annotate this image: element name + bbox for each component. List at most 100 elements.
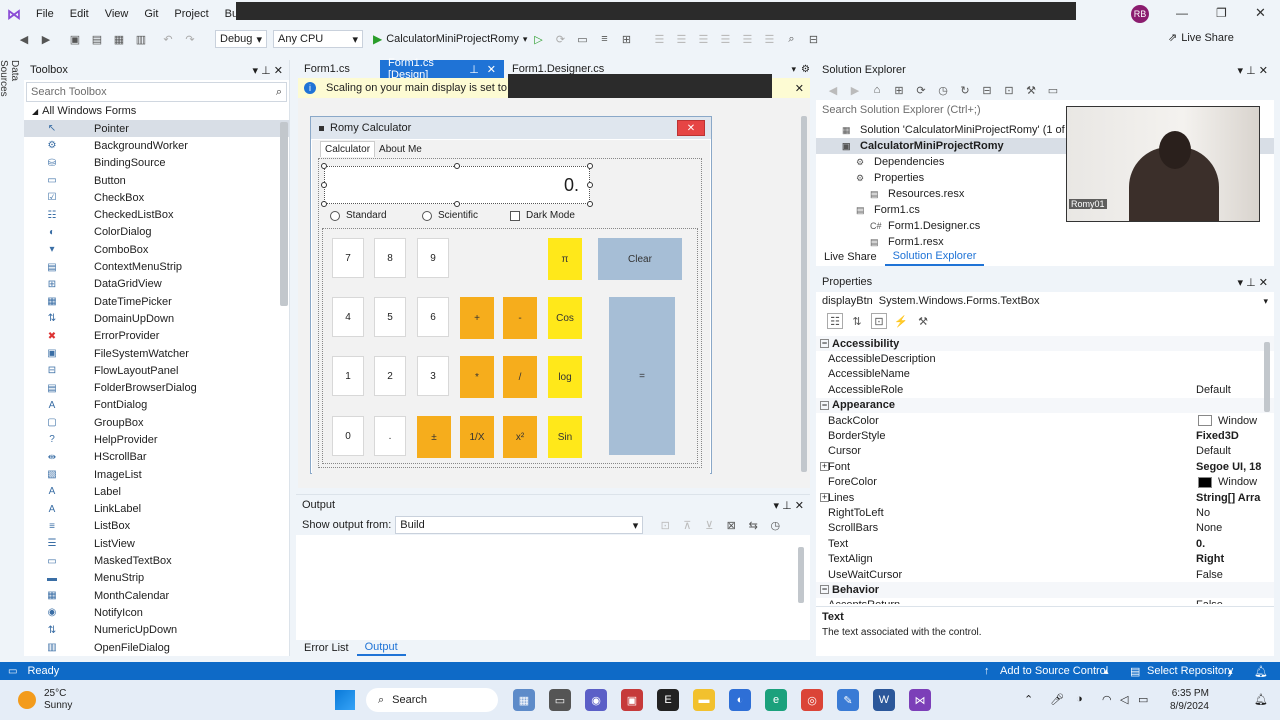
back-icon[interactable]: ◀	[16, 31, 32, 47]
forward-icon[interactable]: ▶	[847, 82, 863, 98]
chevron-up-icon[interactable]: ⌃	[1024, 693, 1033, 706]
categorized-icon[interactable]: ☷	[827, 313, 843, 329]
clear-button[interactable]: Clear	[598, 238, 682, 280]
messenger-icon[interactable]: ◐	[729, 689, 751, 711]
new-project-icon[interactable]: ▣	[67, 31, 83, 47]
events-icon[interactable]: ⚡	[893, 313, 909, 329]
toolbox-item[interactable]: ⊞ DataGridView	[24, 276, 289, 293]
dropdown-icon[interactable]: ▾	[774, 500, 780, 512]
toolbox-item[interactable]: ▢ GroupBox	[24, 414, 289, 431]
toolbox-item[interactable]: ≡ ListBox	[24, 518, 289, 535]
radio-scientific[interactable]: Scientific	[422, 210, 478, 221]
properties-view-icon[interactable]: ⊡	[871, 313, 887, 329]
format-icon-6[interactable]: ☰	[761, 31, 777, 47]
edge-icon[interactable]: e	[765, 689, 787, 711]
open-icon[interactable]: ▤	[89, 31, 105, 47]
toolbox-scrollbar[interactable]	[280, 122, 288, 306]
find-icon[interactable]: ⊡	[657, 517, 673, 533]
pin-icon[interactable]: ⊥	[469, 63, 479, 76]
config-select[interactable]: Debug ▾	[215, 30, 267, 48]
toolbox-item[interactable]: ▦ MonthCalendar	[24, 587, 289, 604]
property-value[interactable]: False	[1196, 599, 1223, 604]
settings-icon[interactable]: ⚙	[801, 64, 810, 75]
taskbar-search[interactable]: ⌕ Search	[366, 688, 498, 712]
close-icon[interactable]: ✕	[1255, 5, 1266, 21]
toolbox-item[interactable]: ▭ MaskedTextBox	[24, 552, 289, 569]
chrome-icon[interactable]: ◎	[801, 689, 823, 711]
toolbox-item[interactable]: ⇅ DomainUpDown	[24, 310, 289, 327]
resize-handle[interactable]	[587, 182, 593, 188]
tab-about-me[interactable]: About Me	[375, 142, 426, 157]
close-icon[interactable]: ✕	[274, 65, 283, 77]
toolbox-item[interactable]: ⛁ BindingSource	[24, 155, 289, 172]
resize-handle[interactable]	[454, 163, 460, 169]
toolbox-search-input[interactable]: Search Toolbox ⌕	[26, 82, 287, 102]
refresh-icon[interactable]: ↻	[957, 82, 973, 98]
key-log[interactable]: log	[548, 356, 582, 398]
clear-all-icon[interactable]: ⊠	[723, 517, 739, 533]
key-equals[interactable]: =	[609, 297, 675, 455]
collapse-icon[interactable]: −	[820, 400, 829, 410]
pin-icon[interactable]: ⊥	[1246, 277, 1256, 289]
property-category[interactable]: − Appearance	[816, 397, 1274, 413]
tab-solution-explorer[interactable]: Solution Explorer	[884, 248, 985, 266]
designer-scrollbar[interactable]	[801, 116, 807, 472]
browse-icon[interactable]: ▭	[574, 31, 590, 47]
toolbox-item[interactable]: ☷ CheckedListBox	[24, 206, 289, 223]
align-icon[interactable]: ≡	[596, 31, 612, 47]
next-icon[interactable]: ⊻	[701, 517, 717, 533]
prev-icon[interactable]: ⊼	[679, 517, 695, 533]
key-plus[interactable]: +	[460, 297, 494, 339]
property-value[interactable]: Default	[1196, 384, 1231, 396]
notifications-icon[interactable]: 🔔︎	[1254, 665, 1268, 678]
live-share-button[interactable]: ⇗ Live Share	[1168, 31, 1234, 45]
key-divide[interactable]: /	[503, 356, 537, 398]
hot-reload-icon[interactable]: ⟳	[552, 31, 568, 47]
platform-select[interactable]: Any CPU ▾	[273, 30, 363, 48]
property-row[interactable]: Text 0.	[816, 536, 1274, 551]
property-value[interactable]: No	[1196, 507, 1210, 519]
alphabetical-icon[interactable]: ⇅	[849, 313, 865, 329]
close-icon[interactable]: ✕	[795, 82, 804, 95]
key-7[interactable]: 7	[332, 238, 364, 278]
toolbox-item[interactable]: ⊟ FlowLayoutPanel	[24, 362, 289, 379]
teams-icon[interactable]: ◉	[585, 689, 607, 711]
toolbox-item[interactable]: ▬ MenuStrip	[24, 570, 289, 587]
format-icon-5[interactable]: ☰	[739, 31, 755, 47]
resize-handle[interactable]	[321, 182, 327, 188]
toolbox-item[interactable]: ◉ NotifyIcon	[24, 604, 289, 621]
property-category[interactable]: − Behavior	[816, 582, 1274, 598]
key-cos[interactable]: Cos	[548, 297, 582, 339]
save-icon[interactable]: ▦	[111, 31, 127, 47]
tab-output[interactable]: Output	[356, 640, 406, 656]
toolbox-item[interactable]: ⇅ NumericUpDown	[24, 622, 289, 639]
toolbox-item[interactable]: ⚙ BackgroundWorker	[24, 137, 289, 154]
key-1[interactable]: 1	[332, 356, 364, 396]
toolbox-item[interactable]: ☰ ListView	[24, 535, 289, 552]
resize-handle[interactable]	[587, 201, 593, 207]
key-2[interactable]: 2	[374, 356, 406, 396]
add-to-source-control[interactable]: Add to Source Control	[1000, 665, 1108, 677]
folder-icon[interactable]: ▬	[693, 689, 715, 711]
pin-icon[interactable]: ⊥	[261, 65, 271, 77]
property-row[interactable]: RightToLeft No	[816, 505, 1274, 520]
tab-calculator[interactable]: Calculator	[320, 141, 376, 157]
run-icon[interactable]: ▶	[373, 32, 382, 46]
toolbox-item[interactable]: ? HelpProvider	[24, 431, 289, 448]
word-icon[interactable]: W	[873, 689, 895, 711]
home-icon[interactable]: ⌂	[869, 82, 885, 98]
menu-project[interactable]: Project	[166, 0, 216, 28]
toolbox-item[interactable]: ▭ Button	[24, 172, 289, 189]
redo-icon[interactable]: ↷	[182, 31, 198, 47]
property-value[interactable]: Right	[1196, 553, 1224, 565]
pending-icon[interactable]: ◷	[935, 82, 951, 98]
tab-form1-cs[interactable]: Form1.cs	[296, 60, 380, 78]
wifi-icon[interactable]: ◠	[1102, 693, 1112, 706]
toolbox-item[interactable]: ☑ CheckBox	[24, 189, 289, 206]
key-sin[interactable]: Sin	[548, 416, 582, 458]
property-value[interactable]: Window	[1218, 476, 1257, 488]
property-row[interactable]: + Lines String[] Arra	[816, 490, 1274, 505]
key-9[interactable]: 9	[417, 238, 449, 278]
volume-icon[interactable]: ◁	[1120, 693, 1128, 706]
property-row[interactable]: BackColor Window	[816, 413, 1274, 428]
